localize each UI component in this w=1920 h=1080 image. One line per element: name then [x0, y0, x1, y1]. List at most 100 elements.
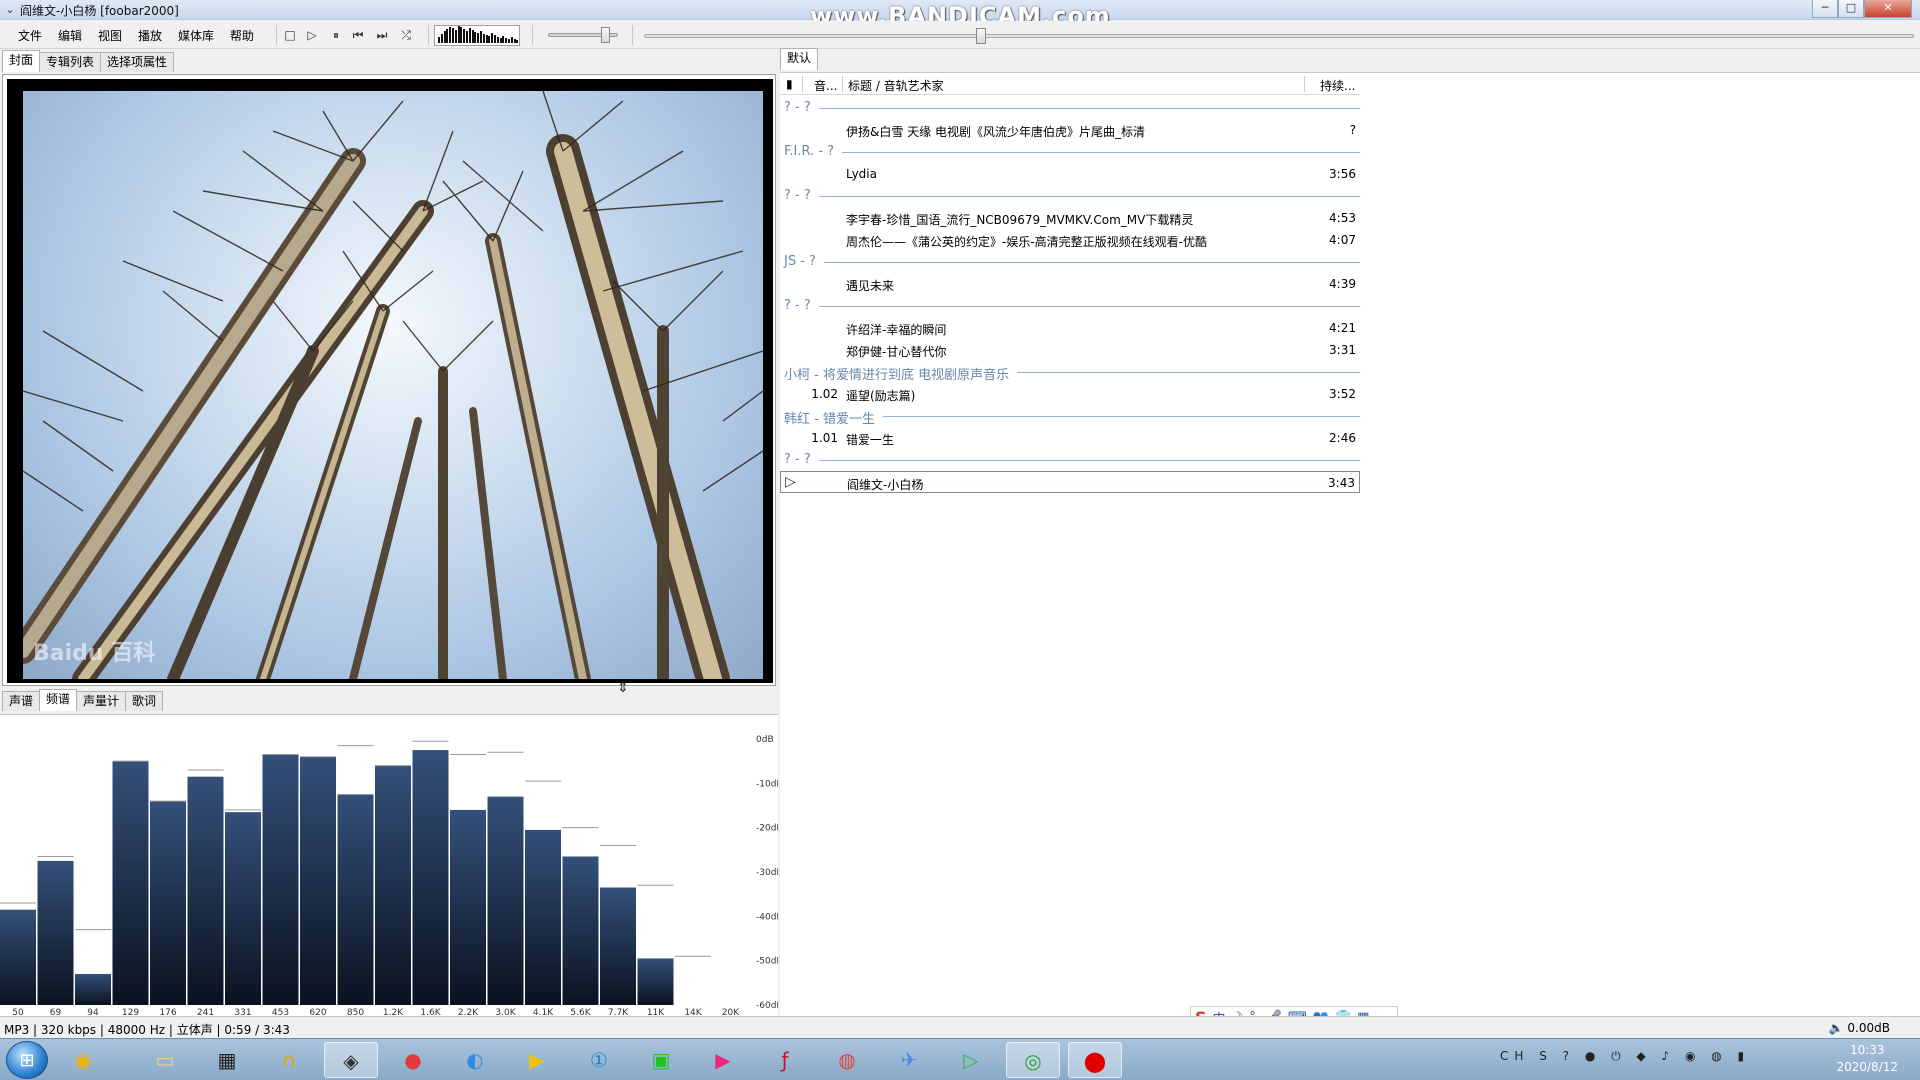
record-icon[interactable]: ⬤ — [1068, 1042, 1122, 1078]
spectrum-bar — [262, 754, 299, 1005]
track-duration: 3:52 — [1329, 387, 1356, 401]
playlist-row[interactable]: 郑伊健-甘心替代你 3:31 — [780, 339, 1360, 361]
netease-music-icon[interactable]: ● — [386, 1042, 440, 1078]
minimize-button[interactable]: ─ — [1812, 0, 1838, 18]
column-separator[interactable] — [802, 76, 803, 92]
toolbar-separator — [428, 25, 429, 45]
app-icon[interactable]: ⌄ — [3, 3, 17, 17]
menu-view[interactable]: 视图 — [98, 27, 122, 44]
alien-icon[interactable]: ◈ — [324, 1042, 378, 1078]
tab-album-list[interactable]: 专辑列表 — [39, 52, 102, 72]
playlist-group-header[interactable]: ? - ? — [780, 449, 1360, 471]
browser-icon[interactable]: ◐ — [448, 1042, 502, 1078]
playlist-row[interactable]: 周杰伦——《蒲公英的约定》-娱乐-高清完整正版视频在线观看-优酷 4:07 — [780, 229, 1360, 251]
column-duration[interactable]: 持续... — [1320, 77, 1355, 94]
play-icon[interactable]: ▷ — [302, 26, 322, 44]
mini-visualizer-bar — [466, 31, 468, 43]
playlist-group-header[interactable]: 韩红 - 错爱一生 — [780, 405, 1360, 427]
spectrum-bar — [75, 973, 111, 1005]
headphones-icon[interactable]: ∩ — [262, 1042, 316, 1078]
ie-icon[interactable]: ◉ — [56, 1042, 110, 1078]
flash-icon[interactable]: ƒ — [758, 1042, 812, 1078]
tab-spectrum[interactable]: 频谱 — [39, 689, 78, 711]
seek-bar-thumb[interactable] — [975, 28, 986, 44]
play-icon[interactable]: ▷ — [944, 1042, 998, 1078]
tab-spectrogram[interactable]: 声谱 — [2, 691, 41, 711]
playlist-row-now-playing[interactable]: ▷ 阎维文-小白杨 3:43 — [780, 471, 1360, 493]
cover-watermark: Baidu 百科 — [33, 641, 156, 666]
clock[interactable]: 10:33 2020/8/12 — [1836, 1042, 1898, 1076]
playlist-group-header[interactable]: ? - ? — [780, 97, 1360, 119]
column-separator[interactable] — [842, 76, 843, 92]
track-title: 李宇春-珍惜_国语_流行_NCB09679_MVMKV.Com_MV下载精灵 — [846, 213, 1194, 227]
column-separator[interactable] — [1304, 76, 1305, 92]
bird-icon[interactable]: ✈ — [882, 1042, 936, 1078]
playlist-row[interactable]: 遇见未来 4:39 — [780, 273, 1360, 295]
previous-icon[interactable]: ⏮ — [348, 26, 368, 44]
track-title: 阎维文-小白杨 — [847, 478, 924, 492]
tab-vu-meter[interactable]: 声量计 — [76, 691, 127, 711]
tab-cover[interactable]: 封面 — [2, 50, 41, 72]
track-title: 郑伊健-甘心替代你 — [846, 345, 947, 359]
file-explorer-icon[interactable]: ▭ — [138, 1042, 192, 1078]
mini-visualizer-bar — [440, 34, 443, 43]
windows-start-icon[interactable]: ⊞ — [6, 1041, 48, 1079]
track-title: 遥望(励志篇) — [846, 389, 916, 403]
group-label: ? - ? — [784, 452, 819, 467]
playlist-row[interactable]: Lydia 3:56 — [780, 163, 1360, 185]
status-volume-value: 0.00dB — [1847, 1021, 1890, 1035]
track-duration: 4:21 — [1329, 321, 1356, 335]
trees-illustration — [23, 91, 763, 679]
menu-file[interactable]: 文件 — [18, 27, 42, 44]
youku-icon[interactable]: ▶ — [696, 1042, 750, 1078]
potplayer-icon[interactable]: ▶ — [510, 1042, 564, 1078]
track-duration: ? — [1349, 123, 1356, 137]
tab-lyrics[interactable]: 歌词 — [125, 691, 164, 711]
number-one-icon[interactable]: ① — [572, 1042, 626, 1078]
playlist-group-header[interactable]: ? - ? — [780, 185, 1360, 207]
mini-visualizer-bar — [474, 32, 477, 43]
menu-edit[interactable]: 编辑 — [58, 27, 82, 44]
chrome-icon[interactable]: ◍ — [820, 1042, 874, 1078]
close-button[interactable]: ✕ — [1864, 0, 1912, 18]
stop-icon[interactable]: □ — [280, 26, 300, 44]
playlist-group-header[interactable]: JS - ? — [780, 251, 1360, 273]
next-icon[interactable]: ⏭ — [372, 26, 392, 44]
playlist-group-header[interactable]: ? - ? — [780, 295, 1360, 317]
speaker-icon: 🔈 — [1828, 1021, 1844, 1035]
column-track-number[interactable]: 音... — [814, 77, 837, 94]
playlist-row[interactable]: 许绍洋-幸福的瞬间 4:21 — [780, 317, 1360, 339]
playlist-group-header[interactable]: F.I.R. - ? — [780, 141, 1360, 163]
tab-selection-properties[interactable]: 选择项属性 — [100, 52, 175, 72]
maximize-button[interactable]: □ — [1838, 0, 1864, 18]
mini-visualizer-bar — [485, 35, 488, 43]
playlist-row[interactable]: 1.01 错爱一生 2:46 — [780, 427, 1360, 449]
menu-library[interactable]: 媒体库 — [178, 27, 214, 44]
playlist-row[interactable]: 1.02 遥望(励志篇) 3:52 — [780, 383, 1360, 405]
cover-art-frame: Baidu 百科 — [7, 79, 773, 683]
playlist-group-header[interactable]: 小柯 - 将爱情进行到底 电视剧原声音乐 — [780, 361, 1360, 383]
system-tray[interactable]: CH S ? ● ⏻ ◆ ♪ ◉ ◍ ▮ — [1500, 1049, 1750, 1064]
volume-slider-thumb[interactable] — [601, 27, 611, 43]
foobar-icon[interactable]: ◎ — [1006, 1042, 1060, 1078]
bottom-tab-strip: 声谱 频谱 声量计 歌词 — [2, 689, 164, 711]
group-label: F.I.R. - ? — [784, 144, 843, 159]
menu-playback[interactable]: 播放 — [138, 27, 162, 44]
resize-splitter-icon[interactable]: ⇕ — [616, 680, 630, 702]
iqiyi-icon[interactable]: ▣ — [634, 1042, 688, 1078]
mini-visualizer-bar — [482, 34, 485, 43]
playlist-row[interactable]: 李宇春-珍惜_国语_流行_NCB09679_MVMKV.Com_MV下载精灵 4:… — [780, 207, 1360, 229]
pause-icon[interactable]: ⏸ — [326, 26, 346, 44]
column-playing[interactable]: ▮ — [786, 77, 793, 91]
calendar-icon[interactable]: ▦ — [200, 1042, 254, 1078]
seek-bar-track[interactable] — [644, 34, 1914, 38]
playlist-tab-strip: 默认 — [780, 48, 819, 70]
menu-help[interactable]: 帮助 — [230, 27, 254, 44]
mini-visualizer-bar — [468, 28, 471, 43]
column-title-artist[interactable]: 标题 / 音轨艺术家 — [848, 77, 944, 94]
db-tick-label: 0dB — [756, 735, 774, 745]
group-divider-line — [784, 152, 1360, 153]
tab-playlist-default[interactable]: 默认 — [780, 48, 819, 70]
random-icon[interactable]: ⤮ — [396, 26, 416, 44]
playlist-row[interactable]: 伊扬&白雪 天缘 电视剧《风流少年唐伯虎》片尾曲_标清? — [780, 119, 1360, 141]
